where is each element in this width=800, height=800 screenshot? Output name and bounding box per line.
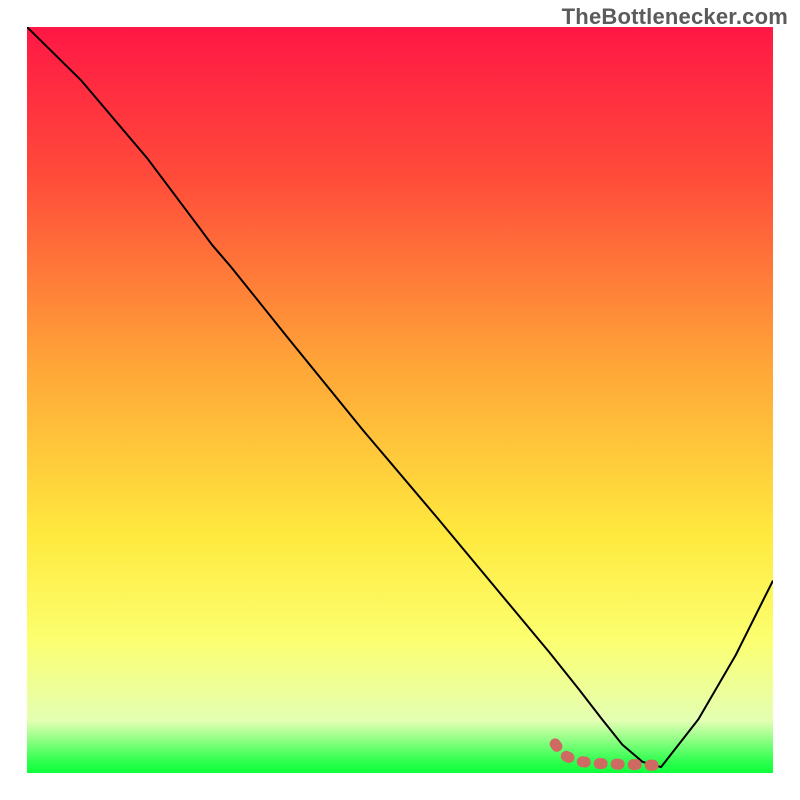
baseline-optimal-zone bbox=[566, 756, 569, 757]
gradient-background bbox=[27, 27, 773, 773]
chart-stage: TheBottlenecker.com bbox=[0, 0, 800, 800]
baseline-optimal-zone bbox=[555, 744, 557, 746]
bottleneck-chart bbox=[0, 0, 800, 800]
watermark-label: TheBottlenecker.com bbox=[562, 4, 788, 30]
